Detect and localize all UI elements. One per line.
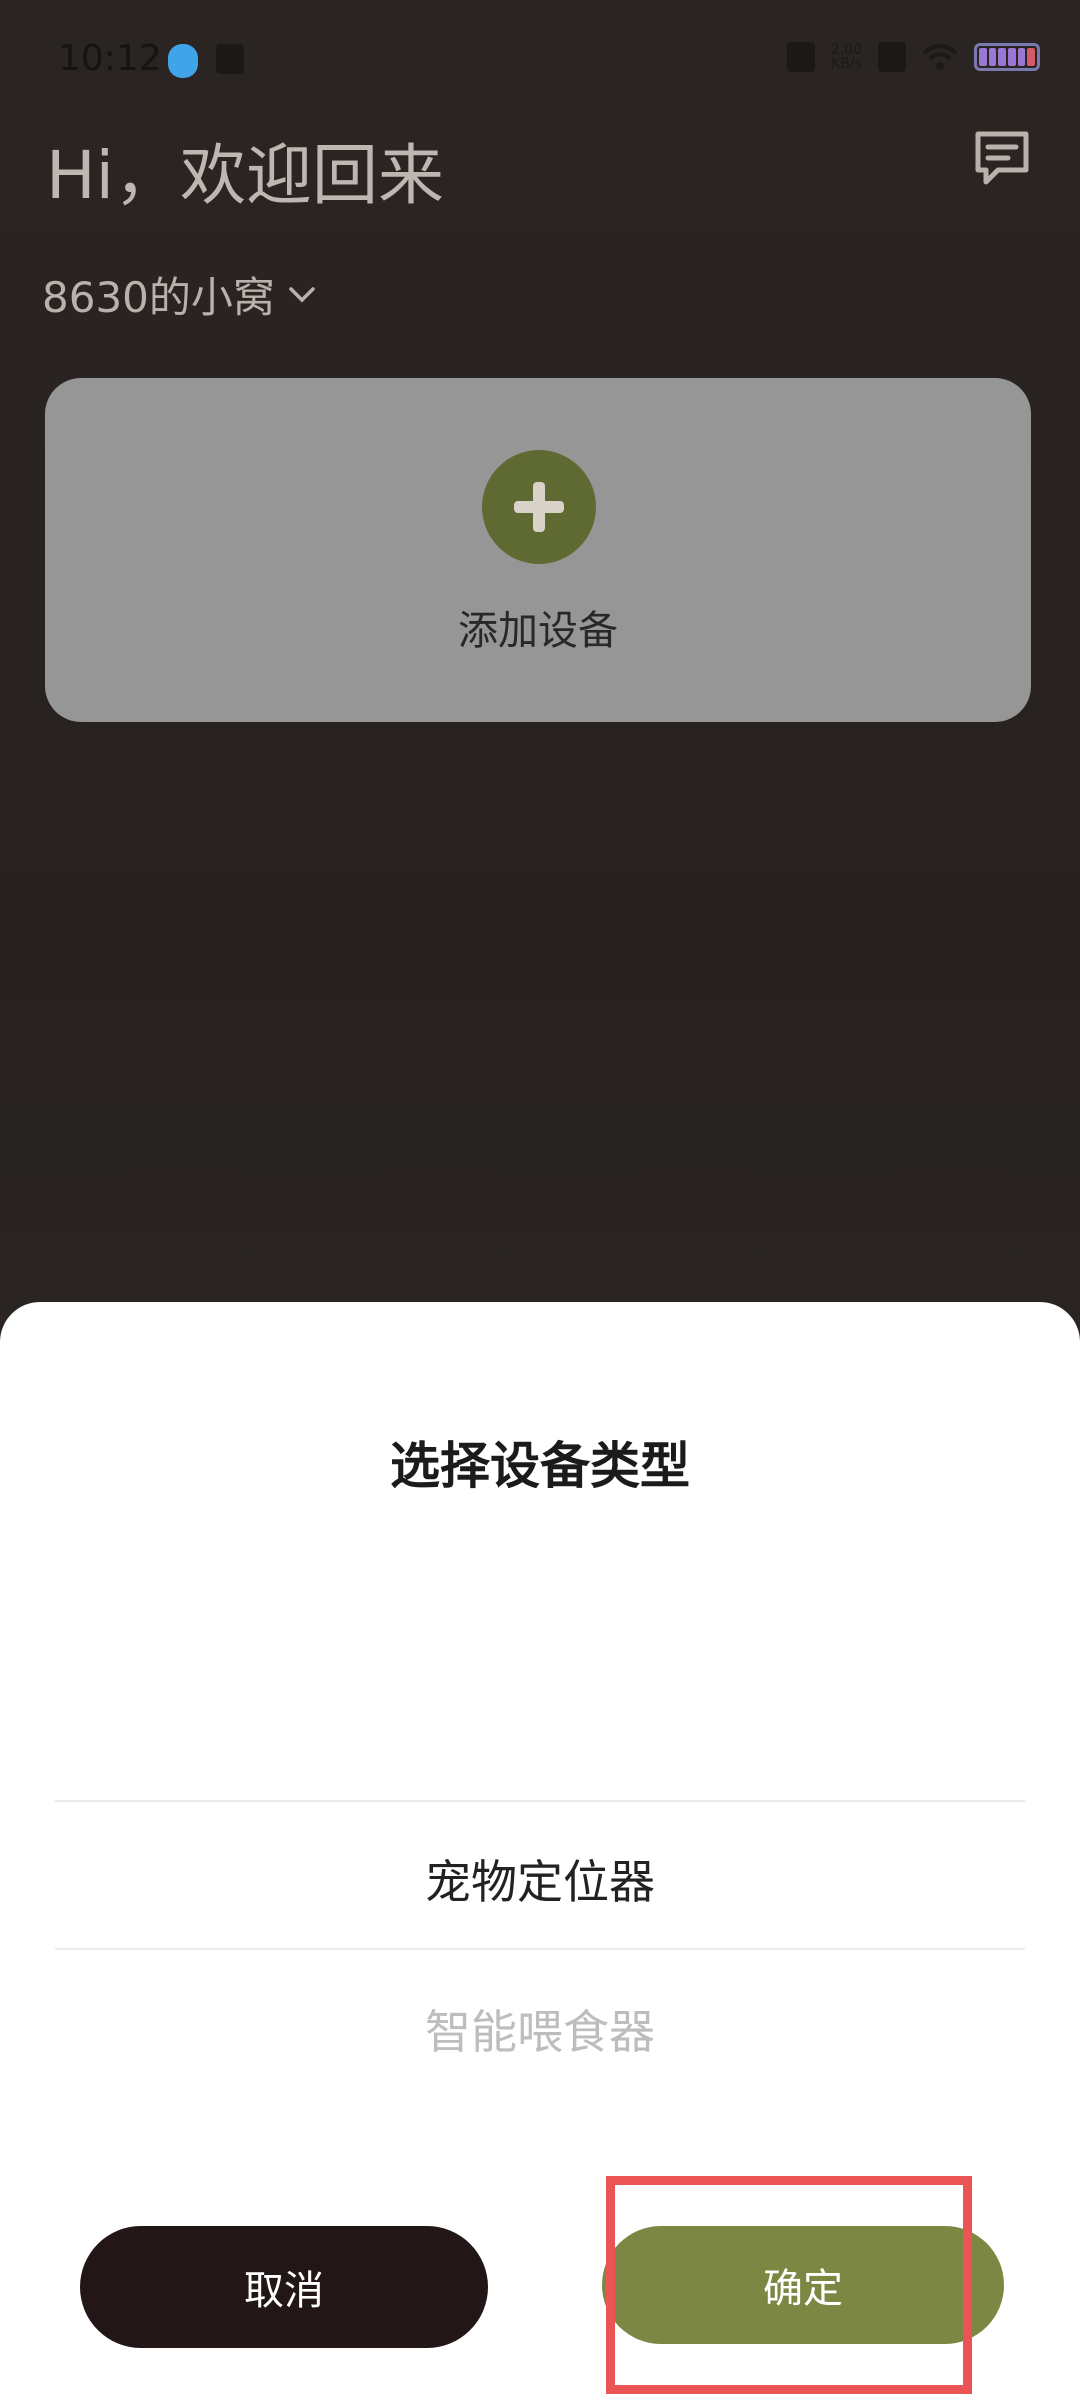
picker-divider-top [55,1800,1025,1802]
greeting-title: Hi，欢迎回来 [46,137,444,214]
network-speed-unit: KB/s [831,56,862,72]
confirm-highlight-box [606,2176,972,2394]
sheet-title: 选择设备类型 [390,1437,690,1495]
status-time: 10:12 [58,38,162,79]
battery-icon [974,43,1040,71]
cancel-button[interactable]: 取消 [80,2226,488,2348]
add-device-label: 添加设备 [458,608,618,654]
picker-option-smart-feeder[interactable]: 智能喂食器 [0,1996,1080,2062]
notification-icon [216,44,244,74]
picker-option-pet-locator[interactable]: 宠物定位器 [0,1846,1080,1912]
add-device-card[interactable]: 添加设备 [45,378,1031,722]
add-device-plus-button[interactable] [482,450,596,564]
status-bar: 10:12 2.00 KB/s [0,0,1080,120]
message-icon[interactable] [972,128,1032,188]
status-left-icons [168,44,244,78]
wifi-icon [922,44,958,70]
qq-icon [168,44,198,78]
sim-icon [878,42,906,72]
home-selector[interactable]: 8630的小窝 [42,264,315,325]
nfc-icon [786,42,815,72]
chevron-down-icon [289,286,315,302]
network-speed: 2.00 KB/s [831,43,862,71]
picker-divider-bottom [55,1948,1025,1950]
network-speed-value: 2.00 [830,42,862,58]
home-name: 8630的小窝 [42,273,275,322]
status-right-icons: 2.00 KB/s [786,42,1040,72]
